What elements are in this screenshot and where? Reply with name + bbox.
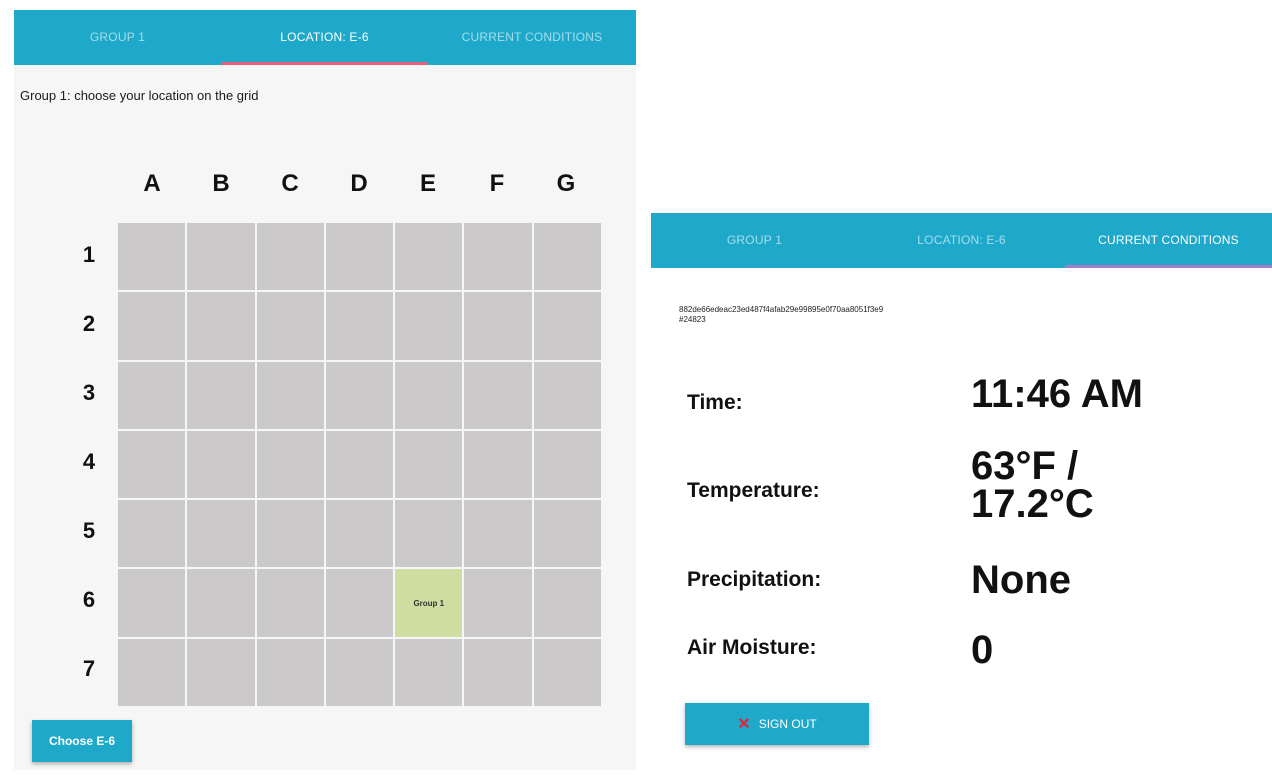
grid-cell-g3[interactable] [533, 361, 601, 429]
grid-cell-f2[interactable] [464, 292, 532, 360]
grid-cell-f5[interactable] [464, 500, 532, 568]
location-panel: GROUP 1 LOCATION: E-6 CURRENT CONDITIONS… [14, 10, 636, 770]
grid-cell-g1[interactable] [533, 223, 601, 291]
row-header-7: 7 [82, 656, 96, 681]
grid-cell-g4[interactable] [533, 430, 601, 499]
grid-cell-e4[interactable] [395, 430, 463, 499]
air-moisture-value: 0 [971, 628, 994, 672]
grid-cell-f7[interactable] [464, 638, 532, 706]
instruction-text: Group 1: choose your location on the gri… [20, 88, 259, 103]
choose-location-button[interactable]: Choose E-6 [32, 720, 132, 762]
grid-cell-b5[interactable] [187, 500, 255, 568]
grid-cell-b2[interactable] [187, 292, 255, 360]
grid-cell-d7[interactable] [325, 638, 394, 706]
time-label: Time: [687, 391, 743, 414]
tab-location[interactable]: LOCATION: E-6 [221, 10, 428, 65]
grid-cell-f6[interactable] [464, 569, 532, 637]
air-moisture-label: Air Moisture: [687, 636, 817, 659]
sign-out-button[interactable]: ✕ SIGN OUT [685, 703, 869, 745]
grid-cell-c4[interactable] [256, 430, 324, 499]
row-header-2: 2 [82, 311, 96, 336]
column-header-c: C [281, 170, 299, 197]
column-header-b: B [212, 170, 230, 197]
grid-cell-a4[interactable] [118, 430, 186, 499]
row-header-1: 1 [82, 242, 96, 267]
grid-cell-d3[interactable] [325, 361, 394, 429]
active-tab-indicator [1065, 265, 1272, 268]
selected-cell-label: Group 1 [413, 598, 445, 608]
close-x-icon: ✕ [737, 716, 751, 733]
temperature-fahrenheit: 63°F / [971, 444, 1079, 488]
temperature-label: Temperature: [687, 479, 820, 502]
tab-bar: GROUP 1 LOCATION: E-6 CURRENT CONDITIONS [651, 213, 1272, 268]
column-header-g: G [556, 170, 576, 197]
grid-cell-b4[interactable] [187, 430, 255, 499]
grid-cell-b7[interactable] [187, 638, 255, 706]
tab-group[interactable]: GROUP 1 [651, 213, 858, 268]
grid-cell-d4[interactable] [325, 430, 394, 499]
grid-cell-e2[interactable] [395, 292, 463, 360]
temperature-celsius: 17.2°C [971, 482, 1094, 526]
grid-cell-a6[interactable] [118, 569, 186, 637]
grid-cell-e3[interactable] [395, 361, 463, 429]
time-value: 11:46 AM [971, 372, 1143, 416]
grid-cell-b3[interactable] [187, 361, 255, 429]
grid-cell-e6[interactable]: Group 1 [395, 569, 463, 637]
grid-cell-c5[interactable] [256, 500, 324, 568]
grid-cell-c3[interactable] [256, 361, 324, 429]
grid-cell-c7[interactable] [256, 638, 324, 706]
grid-cell-b1[interactable] [187, 223, 255, 291]
row-header-3: 3 [82, 380, 96, 405]
session-id: #24823 [679, 315, 706, 324]
conditions-panel: GROUP 1 LOCATION: E-6 CURRENT CONDITIONS… [651, 213, 1272, 775]
column-header-e: E [419, 170, 436, 197]
grid-cell-g6[interactable] [533, 569, 601, 637]
grid-cell-e5[interactable] [395, 500, 463, 568]
precipitation-value: None [971, 558, 1071, 602]
tab-current-conditions[interactable]: CURRENT CONDITIONS [1065, 213, 1272, 268]
grid-cell-e7[interactable] [395, 638, 463, 706]
grid-cell-d2[interactable] [325, 292, 394, 360]
temperature-value: 63°F / 17.2°C [971, 444, 1094, 526]
session-hash: 882de66edeac23ed487f4afab29e99895e0f70aa… [679, 305, 883, 325]
grid-cell-f4[interactable] [464, 430, 532, 499]
grid-cell-c2[interactable] [256, 292, 324, 360]
grid-cell-g5[interactable] [533, 500, 601, 568]
tab-location[interactable]: LOCATION: E-6 [858, 213, 1065, 268]
grid-cell-f3[interactable] [464, 361, 532, 429]
tab-bar: GROUP 1 LOCATION: E-6 CURRENT CONDITIONS [14, 10, 636, 65]
active-tab-indicator [221, 62, 428, 65]
row-header-6: 6 [82, 587, 96, 612]
session-hash-value: 882de66edeac23ed487f4afab29e99895e0f70aa… [679, 305, 884, 314]
grid-cell-a1[interactable] [118, 223, 186, 291]
grid-cell-d5[interactable] [325, 500, 394, 568]
grid-cell-c1[interactable] [256, 223, 324, 291]
grid-cell-g7[interactable] [533, 638, 601, 706]
tab-group[interactable]: GROUP 1 [14, 10, 221, 65]
grid-cell-a5[interactable] [118, 500, 186, 568]
grid-cell-g2[interactable] [533, 292, 601, 360]
grid-cell-a3[interactable] [118, 361, 186, 429]
tab-current-conditions[interactable]: CURRENT CONDITIONS [428, 10, 636, 65]
grid-cell-c6[interactable] [256, 569, 324, 637]
sign-out-label: SIGN OUT [758, 717, 817, 731]
column-header-a: A [143, 170, 161, 197]
grid-cell-a2[interactable] [118, 292, 186, 360]
row-header-5: 5 [82, 518, 96, 543]
row-header-4: 4 [82, 449, 96, 474]
precipitation-label: Precipitation: [687, 568, 822, 591]
grid-cell-a7[interactable] [118, 638, 186, 706]
grid-cell-b6[interactable] [187, 569, 255, 637]
location-grid: Group 1 [118, 223, 601, 706]
grid-cell-f1[interactable] [464, 223, 532, 291]
grid-cell-d1[interactable] [325, 223, 394, 291]
grid-cell-d6[interactable] [325, 569, 394, 637]
column-header-f: F [489, 170, 505, 197]
column-header-d: D [350, 170, 368, 197]
grid-cell-e1[interactable] [395, 223, 463, 291]
